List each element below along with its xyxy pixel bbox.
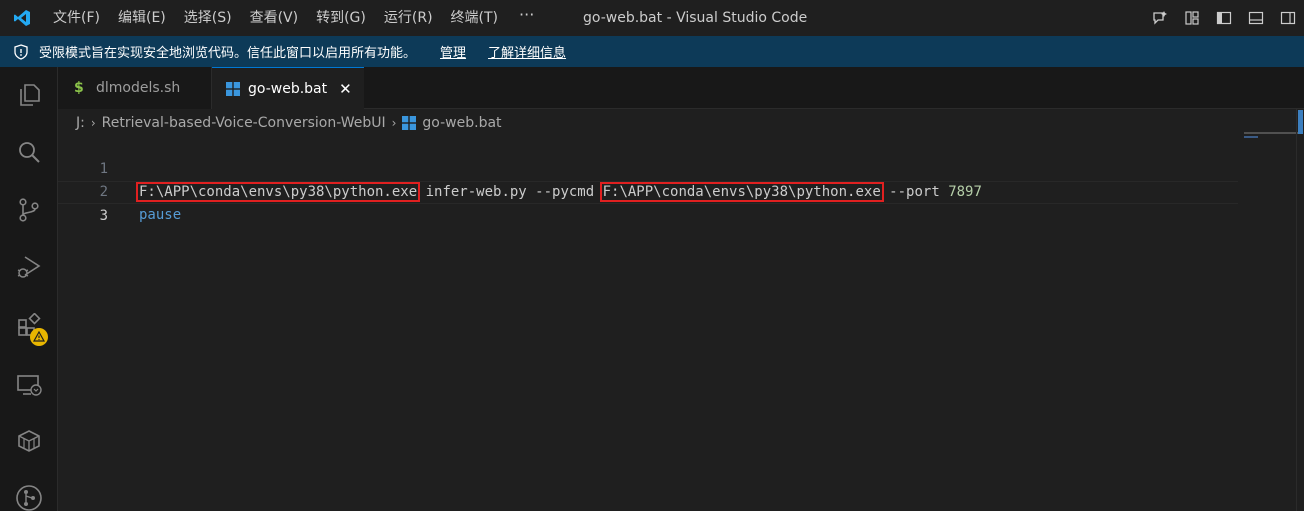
code-line-1: 1 F:\APP\conda\envs\py38\python.exe infe…: [58, 135, 1238, 202]
breadcrumb-folder[interactable]: Retrieval-based-Voice-Conversion-WebUI: [102, 115, 386, 131]
breadcrumb: J: › Retrieval-based-Voice-Conversion-We…: [76, 111, 502, 135]
shield-icon: [13, 43, 31, 61]
tab-label: go-web.bat: [248, 81, 328, 97]
containers-icon[interactable]: [0, 417, 58, 465]
learn-more-link[interactable]: 了解详细信息: [488, 42, 566, 61]
git-graph-icon[interactable]: [0, 474, 58, 511]
tab-label: dlmodels.sh: [96, 80, 181, 96]
remote-explorer-icon[interactable]: [0, 361, 58, 409]
title-actions: [1144, 0, 1304, 36]
minimap-line: [1244, 136, 1258, 138]
chevron-right-icon: ›: [391, 116, 397, 130]
menu-terminal[interactable]: 终端(T): [442, 0, 507, 36]
title-bar: 文件(F) 编辑(E) 选择(S) 查看(V) 转到(G) 运行(R) 终端(T…: [0, 0, 1304, 36]
warning-badge-icon: [30, 328, 48, 346]
chevron-right-icon: ›: [90, 116, 96, 130]
menu-go[interactable]: 转到(G): [307, 0, 375, 36]
toggle-secondary-sidebar-icon[interactable]: [1272, 0, 1304, 36]
menu-file[interactable]: 文件(F): [44, 0, 109, 36]
copilot-icon[interactable]: [1144, 0, 1176, 36]
explorer-icon[interactable]: [0, 71, 58, 119]
windows-icon: [402, 116, 417, 130]
run-debug-icon[interactable]: [0, 243, 58, 291]
toggle-sidebar-icon[interactable]: [1208, 0, 1240, 36]
restricted-mode-banner: 受限模式旨在实现安全地浏览代码。信任此窗口以启用所有功能。 管理 了解详细信息: [0, 36, 1304, 67]
close-icon[interactable]: ✕: [339, 80, 352, 98]
tab-go-web[interactable]: go-web.bat ✕: [212, 67, 364, 110]
window-title: go-web.bat - Visual Studio Code: [583, 10, 808, 26]
breadcrumb-file[interactable]: go-web.bat: [422, 115, 501, 131]
source-control-icon[interactable]: [0, 186, 58, 234]
toggle-panel-icon[interactable]: [1240, 0, 1272, 36]
menu-edit[interactable]: 编辑(E): [109, 0, 175, 36]
line-content: pause: [139, 207, 182, 223]
menu-run[interactable]: 运行(R): [375, 0, 442, 36]
menu-view[interactable]: 查看(V): [241, 0, 308, 36]
minimap[interactable]: [1244, 132, 1300, 134]
breadcrumb-drive[interactable]: J:: [76, 115, 85, 131]
activity-bar: [0, 67, 58, 511]
manage-link[interactable]: 管理: [440, 42, 466, 61]
code-line-2: 2 pause: [58, 158, 1238, 223]
scrollbar-thumb[interactable]: [1298, 110, 1303, 134]
tab-dlmodels[interactable]: $ dlmodels.sh: [58, 67, 212, 109]
vertical-scrollbar[interactable]: [1296, 109, 1304, 511]
editor-tabs: $ dlmodels.sh go-web.bat ✕: [58, 67, 1304, 110]
windows-icon: [226, 82, 240, 96]
customize-layout-icon[interactable]: [1176, 0, 1208, 36]
menu-selection[interactable]: 选择(S): [175, 0, 241, 36]
menu-bar: 文件(F) 编辑(E) 选择(S) 查看(V) 转到(G) 运行(R) 终端(T…: [44, 0, 546, 36]
code-line-3: 3: [58, 181, 1238, 224]
banner-message: 受限模式旨在实现安全地浏览代码。信任此窗口以启用所有功能。: [39, 46, 417, 61]
vscode-logo-icon: [0, 0, 44, 36]
menu-more-button[interactable]: ···: [507, 0, 546, 36]
line-number: 3: [99, 208, 108, 224]
code-editor[interactable]: 1 F:\APP\conda\envs\py38\python.exe infe…: [58, 135, 1304, 511]
extensions-icon[interactable]: [0, 302, 58, 350]
shell-script-icon: $: [74, 80, 84, 96]
search-icon[interactable]: [0, 128, 58, 176]
